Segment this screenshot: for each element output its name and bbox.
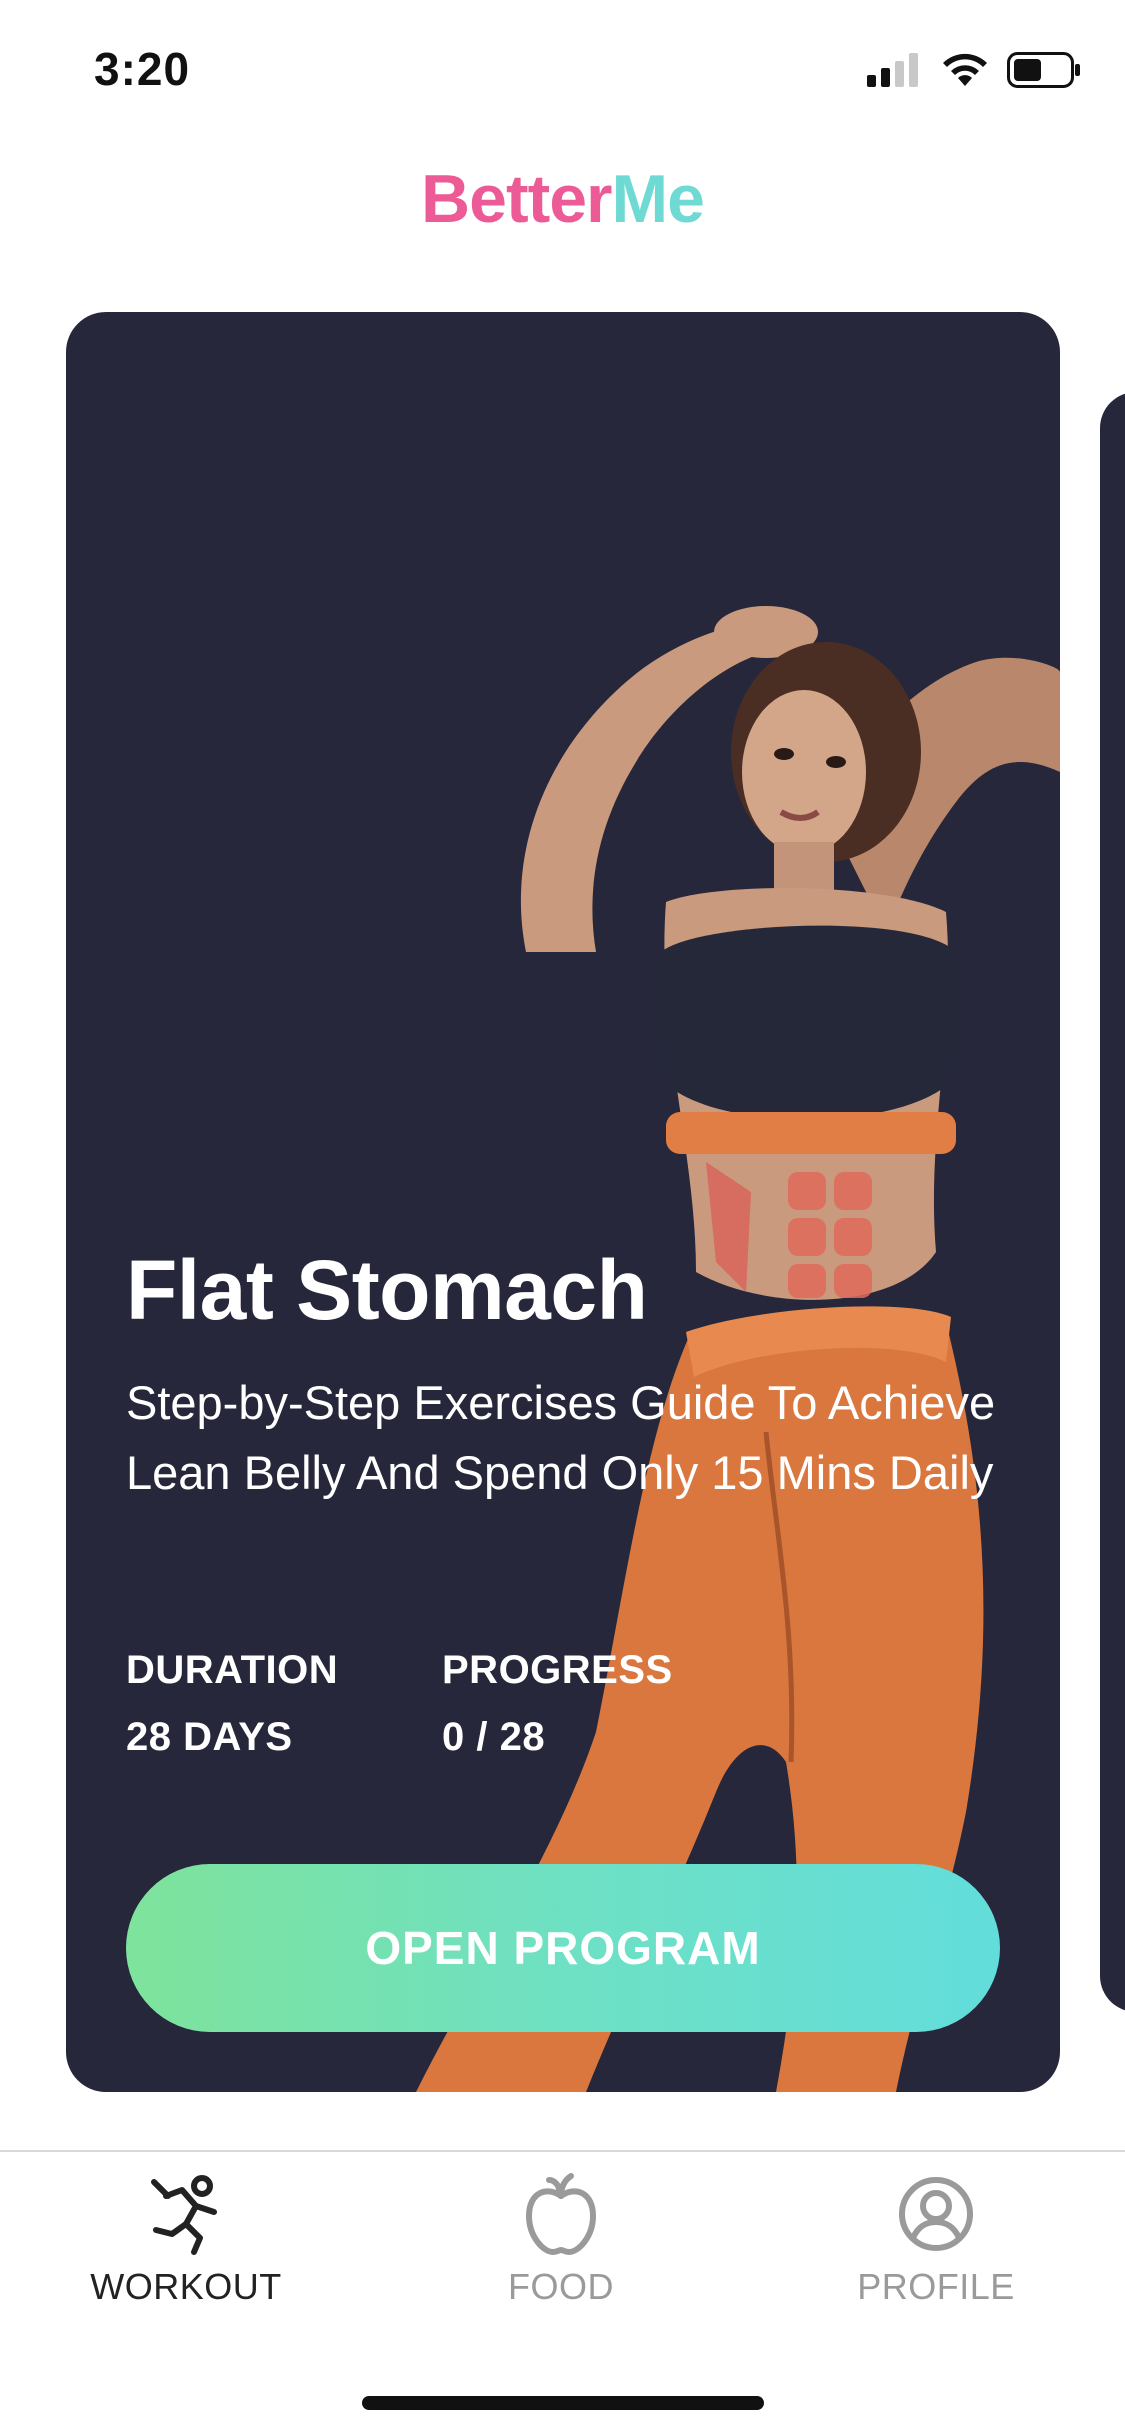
open-program-button[interactable]: OPEN PROGRAM	[126, 1864, 1000, 2032]
bettermе-logo: BetterMe	[0, 160, 1125, 238]
program-title: Flat Stomach	[126, 1243, 648, 1337]
running-person-icon	[151, 2175, 217, 2255]
logo-better-text: Better	[421, 161, 612, 237]
tab-food-label: FOOD	[508, 2266, 614, 2307]
duration-value: 28 DAYS	[126, 1715, 293, 1759]
status-icons	[867, 50, 1081, 90]
logo-me-text: Me	[611, 161, 705, 237]
progress-value: 0 / 28	[442, 1715, 546, 1759]
bottom-tab-bar: WORKOUT FOOD PROFILE	[0, 2150, 1125, 2436]
status-time: 3:20	[94, 43, 191, 95]
next-program-card[interactable]	[1100, 392, 1125, 2012]
duration-label: DURATION	[126, 1648, 339, 1692]
apple-icon	[526, 2173, 596, 2255]
battery-icon	[1007, 52, 1080, 88]
bettermе-home-screen: 3:20 BetterMe Flat Stomach Step-by-Step …	[0, 0, 1125, 2436]
progress-stat: PROGRESS 0 / 28	[442, 1648, 673, 1760]
tab-workout-label: WORKOUT	[90, 2266, 282, 2307]
cellular-signal-icon	[867, 53, 918, 87]
program-card[interactable]: Flat Stomach Step-by-Step Exercises Guid…	[66, 312, 1060, 2092]
progress-label: PROGRESS	[442, 1648, 673, 1692]
home-indicator[interactable]	[362, 2396, 764, 2410]
duration-stat: DURATION 28 DAYS	[126, 1648, 338, 1760]
status-bar: 3:20	[0, 0, 1125, 135]
program-description: Step-by-Step Exercises Guide To Achieve …	[126, 1376, 996, 1499]
tab-profile[interactable]: PROFILE	[806, 2172, 1066, 2322]
tab-profile-label: PROFILE	[857, 2266, 1015, 2307]
tab-workout[interactable]: WORKOUT	[56, 2172, 316, 2322]
tab-food[interactable]: FOOD	[431, 2172, 691, 2322]
user-circle-icon	[899, 2177, 973, 2251]
wifi-icon	[943, 53, 987, 86]
